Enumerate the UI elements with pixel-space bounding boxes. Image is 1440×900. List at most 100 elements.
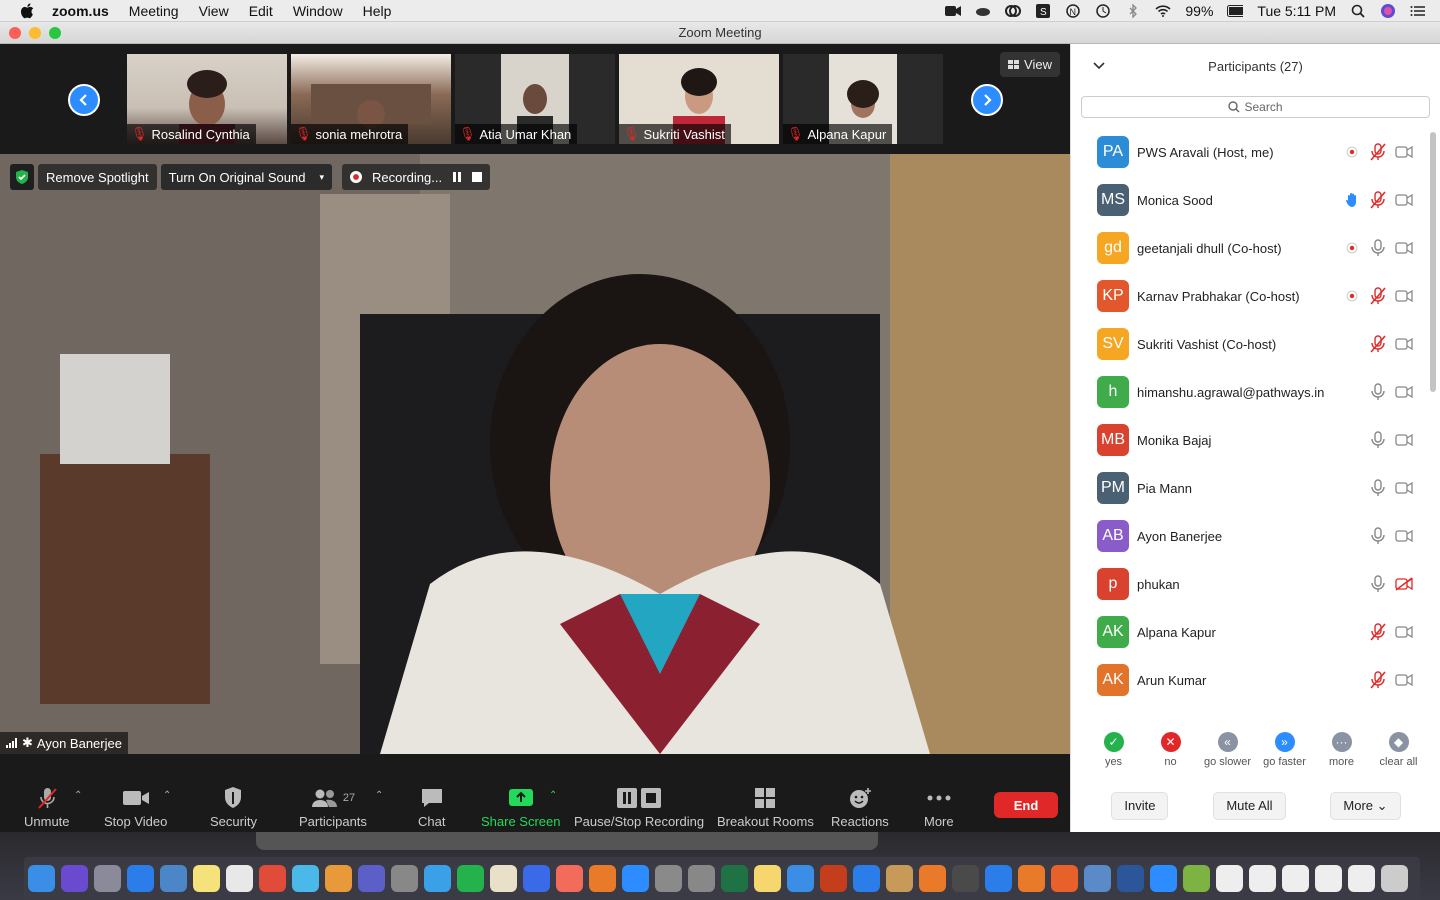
dock-app-icon[interactable] [1249,865,1276,892]
video-icon[interactable] [1395,671,1413,689]
battery-icon[interactable] [1227,4,1244,18]
video-icon[interactable] [1395,479,1413,497]
dock-app-icon[interactable] [193,865,220,892]
clock[interactable]: Tue 5:11 PM [1257,3,1336,19]
dock-app-icon[interactable] [457,865,484,892]
dock-app-icon[interactable] [853,865,880,892]
participant-row[interactable]: gd geetanjali dhull (Co-host) [1071,224,1427,272]
video-off-icon[interactable] [1395,575,1413,593]
dock-app-icon[interactable] [655,865,682,892]
dock-app-icon[interactable] [226,865,253,892]
next-page-button[interactable] [971,84,1003,116]
pause-stop-recording-button[interactable]: Pause/Stop Recording [574,786,704,829]
dock-app-icon[interactable] [1150,865,1177,892]
notification-center-icon[interactable] [1410,4,1426,18]
end-meeting-button[interactable]: End [994,792,1058,818]
encryption-shield-icon[interactable] [10,164,34,190]
wifi-icon[interactable] [1155,4,1171,18]
dock-app-icon[interactable] [556,865,583,892]
breakout-rooms-button[interactable]: Breakout Rooms [717,786,814,829]
muted-mic-icon[interactable] [1369,287,1387,305]
feedback-clear-all-button[interactable]: ◆ clear all [1371,732,1427,768]
zoom-status-icon[interactable] [945,4,962,18]
original-sound-button[interactable]: Turn On Original Sound ▾ [160,164,332,190]
more-options-button[interactable]: More ⌄ [1330,792,1401,820]
video-icon[interactable] [1395,287,1413,305]
stop-video-button[interactable]: Stop Video [104,786,167,829]
chat-button[interactable]: Chat [418,786,445,829]
feedback-go-faster-button[interactable]: » go faster [1257,732,1313,768]
remove-spotlight-button[interactable]: Remove Spotlight [38,164,157,190]
dock-app-icon[interactable] [28,865,55,892]
video-icon[interactable] [1395,239,1413,257]
dock-app-icon[interactable] [325,865,352,892]
mic-icon[interactable] [1369,239,1387,257]
security-button[interactable]: Security [210,786,257,829]
n-app-icon[interactable]: N [1065,3,1081,18]
dock-app-icon[interactable] [61,865,88,892]
feedback-more-button[interactable]: ··· more [1314,732,1370,768]
participant-row[interactable]: KP Karnav Prabhakar (Co-host) [1071,272,1427,320]
dock-app-icon[interactable] [589,865,616,892]
video-icon[interactable] [1395,143,1413,161]
more-button[interactable]: More [924,786,954,829]
collapse-chevron-icon[interactable] [1093,58,1105,73]
participant-thumbnail[interactable]: 🎙︎ Alpana Kapur [783,54,943,144]
participant-row[interactable]: MB Monika Bajaj [1071,416,1427,464]
muted-mic-icon[interactable] [1369,671,1387,689]
dock-app-icon[interactable] [1315,865,1342,892]
close-window-button[interactable] [9,27,21,39]
dock-app-icon[interactable] [919,865,946,892]
dock-app-icon[interactable] [787,865,814,892]
s-app-icon[interactable]: S [1035,3,1051,18]
video-options-chevron-icon[interactable]: ⌃ [163,790,171,801]
stop-icon[interactable] [472,170,483,185]
video-icon[interactable] [1395,335,1413,353]
dock-app-icon[interactable] [523,865,550,892]
dock-app-icon[interactable] [160,865,187,892]
participant-thumbnail[interactable]: 🎙︎ Rosalind Cynthia [127,54,287,144]
participant-row[interactable]: p phukan [1071,560,1427,608]
dock-app-icon[interactable] [985,865,1012,892]
participant-search-input[interactable]: Search [1081,96,1430,118]
reactions-button[interactable]: Reactions [831,786,889,829]
menu-app-name[interactable]: zoom.us [52,3,109,19]
dock-app-icon[interactable] [721,865,748,892]
dock-app-icon[interactable] [94,865,121,892]
participants-options-chevron-icon[interactable]: ⌃ [375,790,383,801]
participant-row[interactable]: AK Arun Kumar [1071,656,1427,704]
video-icon[interactable] [1395,191,1413,209]
video-icon[interactable] [1395,527,1413,545]
mic-icon[interactable] [1369,383,1387,401]
dock-app-icon[interactable] [424,865,451,892]
participant-row[interactable]: PA PWS Aravali (Host, me) [1071,128,1427,176]
menu-window[interactable]: Window [293,3,343,19]
zoom-window-button[interactable] [49,27,61,39]
muted-mic-icon[interactable] [1369,191,1387,209]
menu-help[interactable]: Help [363,3,392,19]
dock-app-icon[interactable] [688,865,715,892]
minimize-window-button[interactable] [29,27,41,39]
mic-icon[interactable] [1369,527,1387,545]
dock-app-icon[interactable] [1381,865,1408,892]
participant-row[interactable]: PM Pia Mann [1071,464,1427,512]
dock-app-icon[interactable] [259,865,286,892]
mic-icon[interactable] [1369,431,1387,449]
dock-app-icon[interactable] [1084,865,1111,892]
participant-row[interactable]: AB Ayon Banerjee [1071,512,1427,560]
mic-icon[interactable] [1369,575,1387,593]
menu-edit[interactable]: Edit [249,3,273,19]
cloud-icon[interactable] [975,4,991,18]
dock-app-icon[interactable] [358,865,385,892]
dock-app-icon[interactable] [1282,865,1309,892]
participant-thumbnail[interactable]: 🎙︎ Sukriti Vashist [619,54,779,144]
menu-meeting[interactable]: Meeting [129,3,179,19]
dock-app-icon[interactable] [490,865,517,892]
dock-app-icon[interactable] [1183,865,1210,892]
dock-app-icon[interactable] [622,865,649,892]
siri-icon[interactable] [1380,3,1396,18]
feedback-go-slower-button[interactable]: « go slower [1200,732,1256,768]
participant-list-scrollbar[interactable] [1430,132,1436,392]
caret-down-icon[interactable]: ▾ [319,172,324,183]
participants-button[interactable]: 27 Participants [299,786,367,829]
